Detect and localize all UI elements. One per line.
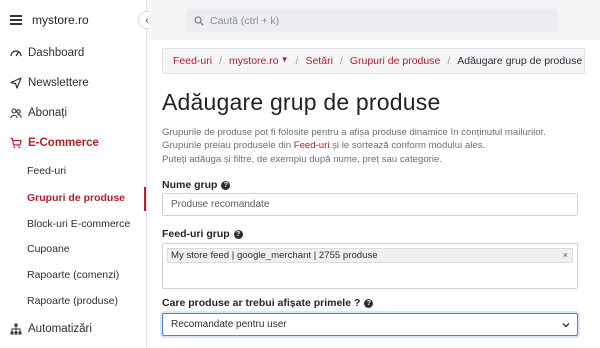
breadcrumb-separator: / — [219, 55, 223, 67]
group-name-label: Nume grup ? — [162, 179, 231, 191]
feed-tag: My store feed | google_merchant | 2755 p… — [167, 248, 573, 263]
sidebar-item-dashboard[interactable]: Dashboard — [0, 40, 146, 66]
menu-icon[interactable] — [10, 15, 22, 25]
brand-name: mystore.ro — [32, 13, 89, 27]
group-name-label-text: Nume grup — [162, 179, 218, 191]
breadcrumb-product-groups[interactable]: Grupuri de produse — [350, 55, 440, 67]
order-label-text: Care produse ar trebui afișate primele ? — [162, 297, 361, 309]
sidebar-item-label: E-Commerce — [28, 137, 99, 149]
sidebar-sub-feeds[interactable]: Feed-uri — [0, 159, 146, 183]
page-description: Grupurile de produse pot fi folosite pen… — [162, 126, 582, 166]
remove-tag-icon[interactable]: × — [563, 250, 568, 260]
sidebar-brand[interactable]: mystore.ro — [0, 0, 147, 40]
feeds-multiselect[interactable]: My store feed | google_merchant | 2755 p… — [162, 243, 578, 289]
description-line: Grupurile de produse pot fi folosite pen… — [162, 127, 546, 138]
group-name-value: Produse recomandate — [171, 199, 270, 210]
order-select[interactable]: Recomandate pentru user — [162, 313, 578, 336]
chevron-down-icon — [562, 323, 570, 328]
sidebar-item-ecommerce[interactable]: E-Commerce — [0, 130, 146, 156]
feed-tag-label: My store feed | google_merchant | 2755 p… — [171, 250, 378, 261]
description-line: Grupurile preiau produsele din Feed-uri … — [162, 139, 582, 152]
sidebar-sub-coupons[interactable]: Cupoane — [0, 237, 146, 261]
breadcrumb: Feed-uri / mystore.ro ▼ / Setări / Grupur… — [162, 48, 585, 74]
sidebar-item-abonati[interactable]: Abonați — [0, 100, 146, 126]
help-icon[interactable]: ? — [233, 229, 243, 239]
sidebar-sub-order-reports[interactable]: Rapoarte (comenzi) — [0, 263, 146, 287]
sidebar-sub-product-groups[interactable]: Grupuri de produse — [0, 186, 146, 210]
breadcrumb-store[interactable]: mystore.ro ▼ — [229, 55, 289, 67]
sidebar-item-label: Newslettere — [28, 77, 89, 89]
description-line: Puteți adăuga și filtre, de exemplu după… — [162, 153, 442, 165]
feeds-label: Feed-uri grup ? — [162, 228, 243, 240]
sidebar-item-newslettere[interactable]: Newslettere — [0, 70, 146, 96]
cart-icon — [10, 137, 22, 149]
users-icon — [10, 108, 22, 119]
sidebar-sub-ecommerce-blocks[interactable]: Block-uri E-commerce — [0, 212, 146, 236]
breadcrumb-separator: / — [295, 55, 299, 67]
main-content: Feed-uri / mystore.ro ▼ / Setări / Grupur… — [148, 40, 600, 348]
sidebar-item-label: Abonați — [28, 107, 68, 119]
breadcrumb-current: Adăugare grup de produse — [457, 55, 583, 67]
search-placeholder: Caută (ctrl + k) — [210, 14, 280, 27]
page-title: Adăugare grup de produse — [162, 89, 441, 115]
group-name-input[interactable]: Produse recomandate — [162, 193, 578, 216]
sidebar: mystore.ro Dashboard Newslettere Abonați… — [0, 0, 147, 348]
breadcrumb-settings[interactable]: Setări — [305, 55, 332, 67]
breadcrumb-feeds[interactable]: Feed-uri — [173, 55, 212, 67]
order-label: Care produse ar trebui afișate primele ?… — [162, 297, 374, 309]
order-select-value: Recomandate pentru user — [171, 319, 287, 330]
description-text: Grupurile preiau produsele din — [162, 140, 294, 152]
breadcrumb-store-label: mystore.ro — [229, 55, 279, 67]
sitemap-icon — [10, 323, 22, 335]
breadcrumb-separator: / — [339, 55, 343, 67]
sidebar-item-automatizari[interactable]: Automatizări — [0, 316, 146, 342]
caret-down-icon: ▼ — [280, 55, 289, 64]
feeds-link[interactable]: Feed-uri — [294, 140, 330, 151]
sidebar-item-label: Automatizări — [28, 323, 92, 335]
help-icon[interactable]: ? — [364, 298, 374, 308]
feeds-label-text: Feed-uri grup — [162, 228, 230, 240]
description-text: și le sortează conform modului ales. — [329, 140, 486, 152]
search-input[interactable]: Caută (ctrl + k) — [186, 9, 558, 32]
search-icon — [194, 15, 204, 26]
help-icon[interactable]: ? — [221, 180, 231, 190]
breadcrumb-separator: / — [447, 55, 451, 67]
sidebar-item-label: Dashboard — [28, 47, 85, 59]
dashboard-icon — [10, 50, 22, 57]
active-indicator — [144, 187, 146, 211]
sidebar-sub-product-reports[interactable]: Rapoarte (produse) — [0, 289, 146, 313]
topbar: Caută (ctrl + k) — [148, 0, 600, 40]
send-icon — [10, 77, 22, 89]
